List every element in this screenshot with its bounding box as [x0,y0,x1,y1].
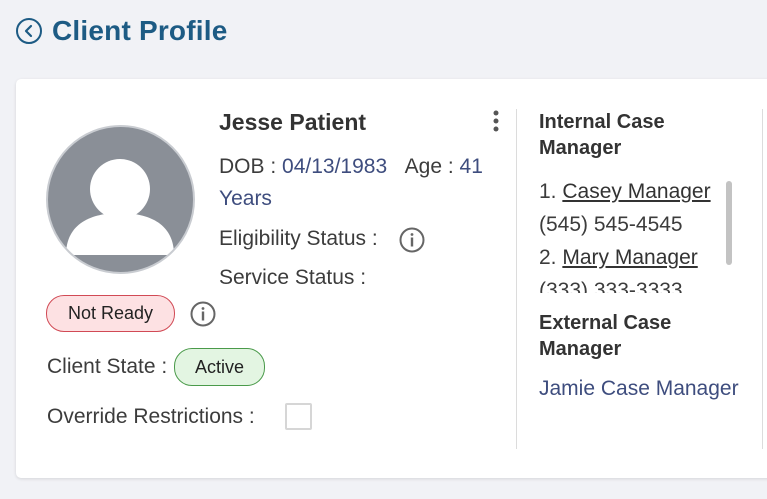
override-restrictions-label: Override Restrictions : [47,405,255,428]
manager-link-mary[interactable]: Mary Manager [562,246,697,269]
manager-link-casey[interactable]: Casey Manager [562,180,710,203]
eligibility-info-icon[interactable] [399,227,425,253]
list-item: 2. Mary Manager [539,246,698,269]
more-options-button[interactable] [488,109,504,135]
user-placeholder-icon [66,159,174,255]
eligibility-status-line: Eligibility Status : [219,227,425,253]
page-header: Client Profile [16,13,228,49]
dob-age-line: DOB : 04/13/1983 Age : 41 [219,155,483,179]
back-button[interactable] [16,18,42,44]
manager-phone: (545) 545-4545 [539,213,683,236]
service-status-info-icon[interactable] [190,301,216,327]
manager-phone: (333) 333-3333 [539,279,683,293]
age-label: Age : [404,155,460,178]
client-state-label: Client State : [47,355,168,378]
chevron-left-icon [24,24,33,38]
client-name: Jesse Patient [219,109,367,135]
service-status-badge: Not Ready [46,295,175,332]
dob-value: 04/13/1983 [282,155,388,178]
internal-manager-list[interactable]: 1. Casey Manager (545) 545-4545 2. Mary … [539,175,729,293]
age-unit: Years [219,187,272,210]
eligibility-label: Eligibility Status : [219,227,378,250]
manager-list-scrollbar[interactable] [726,181,732,265]
column-divider [516,109,517,449]
list-item: 1. Casey Manager [539,180,711,203]
client-state-badge: Active [174,348,265,386]
avatar [46,125,195,274]
service-status-label: Service Status : [219,266,367,289]
external-manager-name[interactable]: Jamie Case Manager [539,377,739,401]
age-value: 41 [459,155,483,178]
external-case-manager-heading: External Case Manager [539,312,672,360]
kebab-menu-icon [493,110,499,132]
client-profile-card: Jesse Patient DOB : 04/13/1983 Age : 41 … [16,79,767,478]
page-title: Client Profile [52,15,228,46]
dob-label: DOB : [219,155,283,178]
internal-case-manager-heading: Internal Case Manager [539,111,665,159]
override-restrictions-checkbox[interactable] [285,403,312,430]
card-edge-divider [762,109,763,449]
